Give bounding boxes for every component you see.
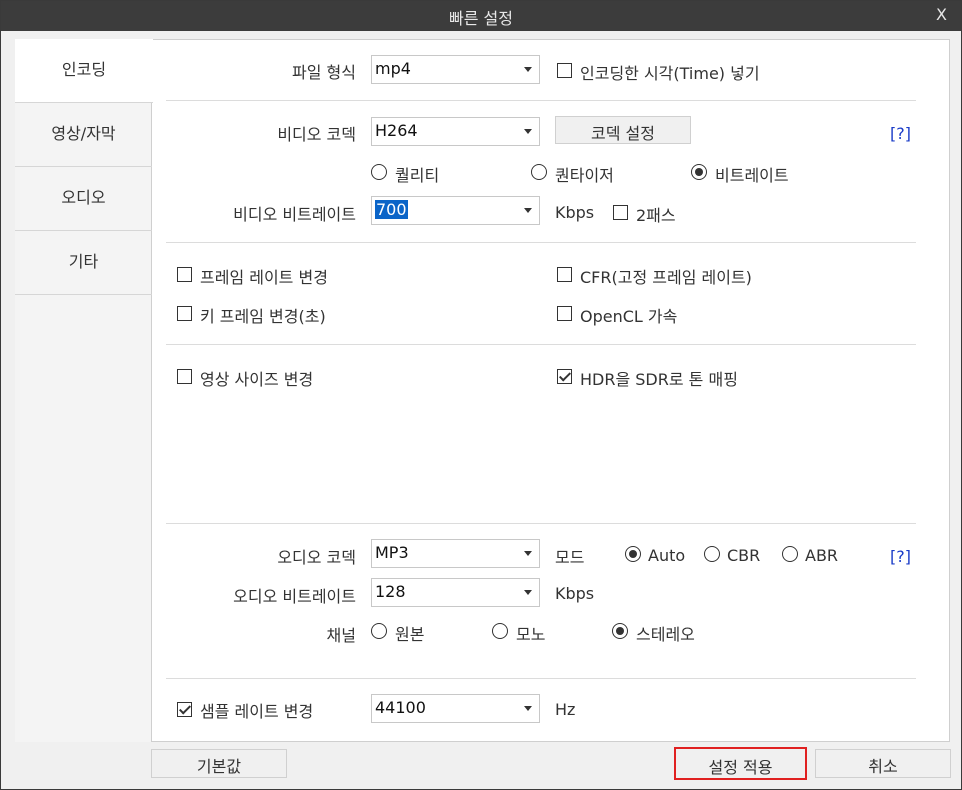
audio-bitrate-select[interactable]: 128	[371, 578, 540, 607]
audio-bitrate-value: 128	[375, 582, 406, 601]
radio-channel-mono[interactable]	[492, 623, 508, 639]
video-bitrate-label: 비디오 비트레이트	[233, 205, 356, 224]
radio-audio-auto-label: Auto	[648, 546, 686, 565]
video-codec-select[interactable]: H264	[371, 117, 540, 146]
samplerate-value: 44100	[375, 698, 426, 717]
video-codec-value: H264	[375, 121, 418, 140]
radio-audio-auto[interactable]	[625, 546, 641, 562]
insert-time-label: 인코딩한 시각(Time) 넣기	[580, 64, 760, 83]
close-icon[interactable]: X	[936, 5, 947, 24]
radio-bitrate[interactable]	[691, 164, 707, 180]
video-codec-label: 비디오 코덱	[277, 125, 356, 144]
radio-audio-cbr-label: CBR	[727, 546, 761, 565]
radio-quantizer[interactable]	[531, 164, 547, 180]
cancel-button[interactable]: 취소	[815, 749, 951, 778]
sidebar-item-audio[interactable]: 오디오	[15, 167, 152, 231]
opencl-checkbox[interactable]	[557, 306, 572, 321]
resize-label: 영상 사이즈 변경	[200, 370, 314, 389]
radio-quality-label: 퀄리티	[395, 166, 440, 185]
radio-audio-abr[interactable]	[782, 546, 798, 562]
resize-checkbox[interactable]	[177, 369, 192, 384]
insert-time-checkbox[interactable]	[557, 63, 572, 78]
title-bar: 빠른 설정 X	[1, 1, 961, 31]
sidebar-item-etc[interactable]: 기타	[15, 231, 152, 295]
radio-channel-original-label: 원본	[395, 625, 425, 644]
radio-bitrate-label: 비트레이트	[715, 166, 789, 185]
keyframe-checkbox[interactable]	[177, 306, 192, 321]
hdr-tonemap-checkbox[interactable]	[557, 369, 572, 384]
audio-codec-label: 오디오 코덱	[277, 548, 356, 567]
sidebar-item-encoding[interactable]: 인코딩	[15, 39, 153, 103]
audio-help-link[interactable]: [?]	[890, 547, 911, 566]
chevron-down-icon	[524, 67, 532, 72]
window-title: 빠른 설정	[449, 9, 513, 28]
codec-settings-button[interactable]: 코덱 설정	[555, 116, 691, 144]
chevron-down-icon	[524, 551, 532, 556]
cfr-label: CFR(고정 프레임 레이트)	[580, 268, 752, 287]
divider	[166, 344, 916, 345]
audio-codec-value: MP3	[375, 543, 409, 562]
samplerate-checkbox[interactable]	[177, 702, 192, 717]
apply-settings-button[interactable]: 설정 적용	[674, 747, 807, 780]
chevron-down-icon	[524, 590, 532, 595]
video-bitrate-unit: Kbps	[555, 203, 595, 222]
divider	[166, 678, 916, 679]
chevron-down-icon	[524, 129, 532, 134]
radio-channel-stereo[interactable]	[612, 623, 628, 639]
radio-audio-cbr[interactable]	[704, 546, 720, 562]
radio-quantizer-label: 퀀타이저	[555, 166, 614, 185]
default-button[interactable]: 기본값	[151, 749, 287, 778]
radio-quality[interactable]	[371, 164, 387, 180]
audio-bitrate-label: 오디오 비트레이트	[233, 587, 356, 606]
radio-channel-stereo-label: 스테레오	[636, 625, 695, 644]
radio-audio-abr-label: ABR	[805, 546, 839, 565]
change-framerate-checkbox[interactable]	[177, 267, 192, 282]
samplerate-select[interactable]: 44100	[371, 694, 540, 723]
audio-bitrate-unit: Kbps	[555, 584, 595, 603]
change-framerate-label: 프레임 레이트 변경	[200, 268, 328, 287]
divider	[166, 242, 916, 243]
file-format-label: 파일 형식	[292, 63, 356, 82]
keyframe-label: 키 프레임 변경(초)	[200, 307, 326, 326]
quick-settings-dialog: 빠른 설정 X 인코딩 영상/자막 오디오 기타 파일 형식 mp4 인코딩한 …	[0, 0, 962, 790]
radio-channel-original[interactable]	[371, 623, 387, 639]
video-help-link[interactable]: [?]	[890, 124, 911, 143]
divider	[166, 100, 916, 101]
channel-label: 채널	[326, 626, 356, 645]
video-bitrate-select[interactable]: 700	[371, 196, 540, 225]
samplerate-label: 샘플 레이트 변경	[200, 702, 314, 721]
chevron-down-icon	[524, 208, 532, 213]
audio-mode-label: 모드	[555, 548, 585, 567]
two-pass-label: 2패스	[636, 206, 676, 225]
cfr-checkbox[interactable]	[557, 267, 572, 282]
file-format-value: mp4	[375, 59, 411, 78]
radio-channel-mono-label: 모노	[516, 625, 546, 644]
hdr-tonemap-label: HDR을 SDR로 톤 매핑	[580, 370, 738, 389]
audio-codec-select[interactable]: MP3	[371, 539, 540, 568]
sidebar: 인코딩 영상/자막 오디오 기타	[15, 39, 153, 742]
samplerate-unit: Hz	[555, 700, 576, 719]
divider	[166, 523, 916, 524]
chevron-down-icon	[524, 706, 532, 711]
opencl-label: OpenCL 가속	[580, 307, 678, 326]
two-pass-checkbox[interactable]	[613, 205, 628, 220]
file-format-select[interactable]: mp4	[371, 55, 540, 84]
video-bitrate-value: 700	[375, 200, 408, 219]
sidebar-item-video-subtitle[interactable]: 영상/자막	[15, 103, 152, 167]
